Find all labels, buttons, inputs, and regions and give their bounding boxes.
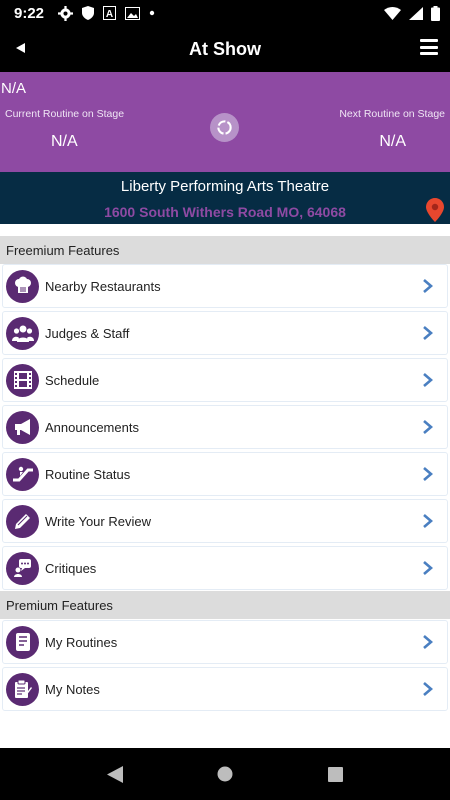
next-routine-value: N/A: [379, 133, 406, 150]
clipboard-icon: [6, 672, 39, 706]
refresh-button[interactable]: [210, 113, 239, 142]
list-item-announcements[interactable]: Announcements: [2, 405, 448, 449]
back-triangle-icon: [107, 765, 123, 783]
chevron-right-icon: [423, 514, 433, 528]
stage-status-text: N/A: [1, 80, 27, 97]
chevron-right-icon: [423, 682, 433, 696]
list-item-critiques[interactable]: Critiques: [2, 546, 448, 590]
chevron-right-icon: [423, 373, 433, 387]
list-item-label: Routine Status: [45, 466, 131, 482]
film-strip-icon: [6, 363, 39, 397]
a-icon: A: [103, 6, 117, 20]
chevron-right-icon: [423, 420, 433, 434]
status-time: 9:22: [14, 4, 45, 22]
megaphone-icon: [6, 410, 39, 444]
menu-button[interactable]: [420, 39, 438, 55]
chef-hat-icon: [6, 269, 39, 303]
next-routine-label: Next Routine on Stage: [339, 108, 445, 120]
app-bar: At Show: [0, 26, 450, 72]
system-nav-bar: [0, 748, 450, 800]
back-arrow-icon: [15, 43, 25, 53]
system-icons: [384, 5, 440, 21]
refresh-icon: [217, 120, 232, 135]
svg-text:A: A: [106, 9, 113, 20]
list-item-nearby-restaurants[interactable]: Nearby Restaurants: [2, 264, 448, 308]
stage-panel: N/A Current Routine on Stage Next Routin…: [0, 72, 450, 172]
document-icon: [6, 625, 39, 659]
list-item-label: Critiques: [45, 560, 97, 576]
premium-section-header: Premium Features: [0, 591, 450, 619]
home-circle-icon: [217, 766, 233, 782]
chevron-right-icon: [423, 561, 433, 575]
list-item-label: Judges & Staff: [45, 325, 130, 341]
page-title: At Show: [189, 38, 261, 59]
list-item-label: Schedule: [45, 372, 100, 388]
gear-icon: [58, 5, 74, 21]
current-routine-value: N/A: [51, 133, 78, 150]
list-item-write-review[interactable]: Write Your Review: [2, 499, 448, 543]
shield-icon: [82, 6, 95, 20]
list-item-label: My Routines: [45, 634, 118, 650]
signal-icon: [409, 6, 423, 20]
feature-list: Freemium Features Nearby Restaurants Jud…: [0, 224, 450, 748]
venue-banner: Liberty Performing Arts Theatre 1600 Sou…: [0, 172, 450, 224]
gallery-icon: [125, 6, 141, 20]
nav-home-button[interactable]: [205, 754, 245, 794]
list-item-label: My Notes: [45, 681, 100, 697]
chevron-right-icon: [423, 635, 433, 649]
venue-name: Liberty Performing Arts Theatre: [120, 178, 330, 195]
list-item-my-notes[interactable]: My Notes: [2, 667, 448, 711]
chevron-right-icon: [423, 279, 433, 293]
chevron-right-icon: [423, 326, 433, 340]
list-item-judges-staff[interactable]: Judges & Staff: [2, 311, 448, 355]
pencil-icon: [6, 504, 39, 538]
list-item-routine-status[interactable]: Routine Status: [2, 452, 448, 496]
recents-square-icon: [327, 766, 343, 782]
dot-icon: [149, 10, 155, 16]
status-bar: 9:22 A: [0, 0, 450, 26]
chevron-right-icon: [423, 467, 433, 481]
nav-back-button[interactable]: [95, 754, 135, 794]
people-icon: [6, 316, 39, 350]
list-item-label: Nearby Restaurants: [45, 278, 161, 294]
list-item-label: Write Your Review: [45, 513, 151, 529]
freemium-section-header: Freemium Features: [0, 236, 450, 264]
current-routine-label: Current Routine on Stage: [5, 108, 125, 120]
list-item-my-routines[interactable]: My Routines: [2, 620, 448, 664]
map-pin-icon[interactable]: [426, 198, 444, 222]
venue-address[interactable]: 1600 South Withers Road MO, 64068: [0, 204, 450, 220]
battery-icon: [431, 5, 440, 21]
nav-recents-button[interactable]: [315, 754, 355, 794]
back-button[interactable]: [10, 38, 30, 58]
list-item-label: Announcements: [45, 419, 139, 435]
list-item-schedule[interactable]: Schedule: [2, 358, 448, 402]
notification-icons: A: [58, 5, 155, 21]
hamburger-menu-icon: [420, 39, 438, 42]
escalator-icon: [6, 457, 39, 491]
speech-bubble-icon: [6, 551, 39, 585]
wifi-icon: [384, 6, 401, 20]
